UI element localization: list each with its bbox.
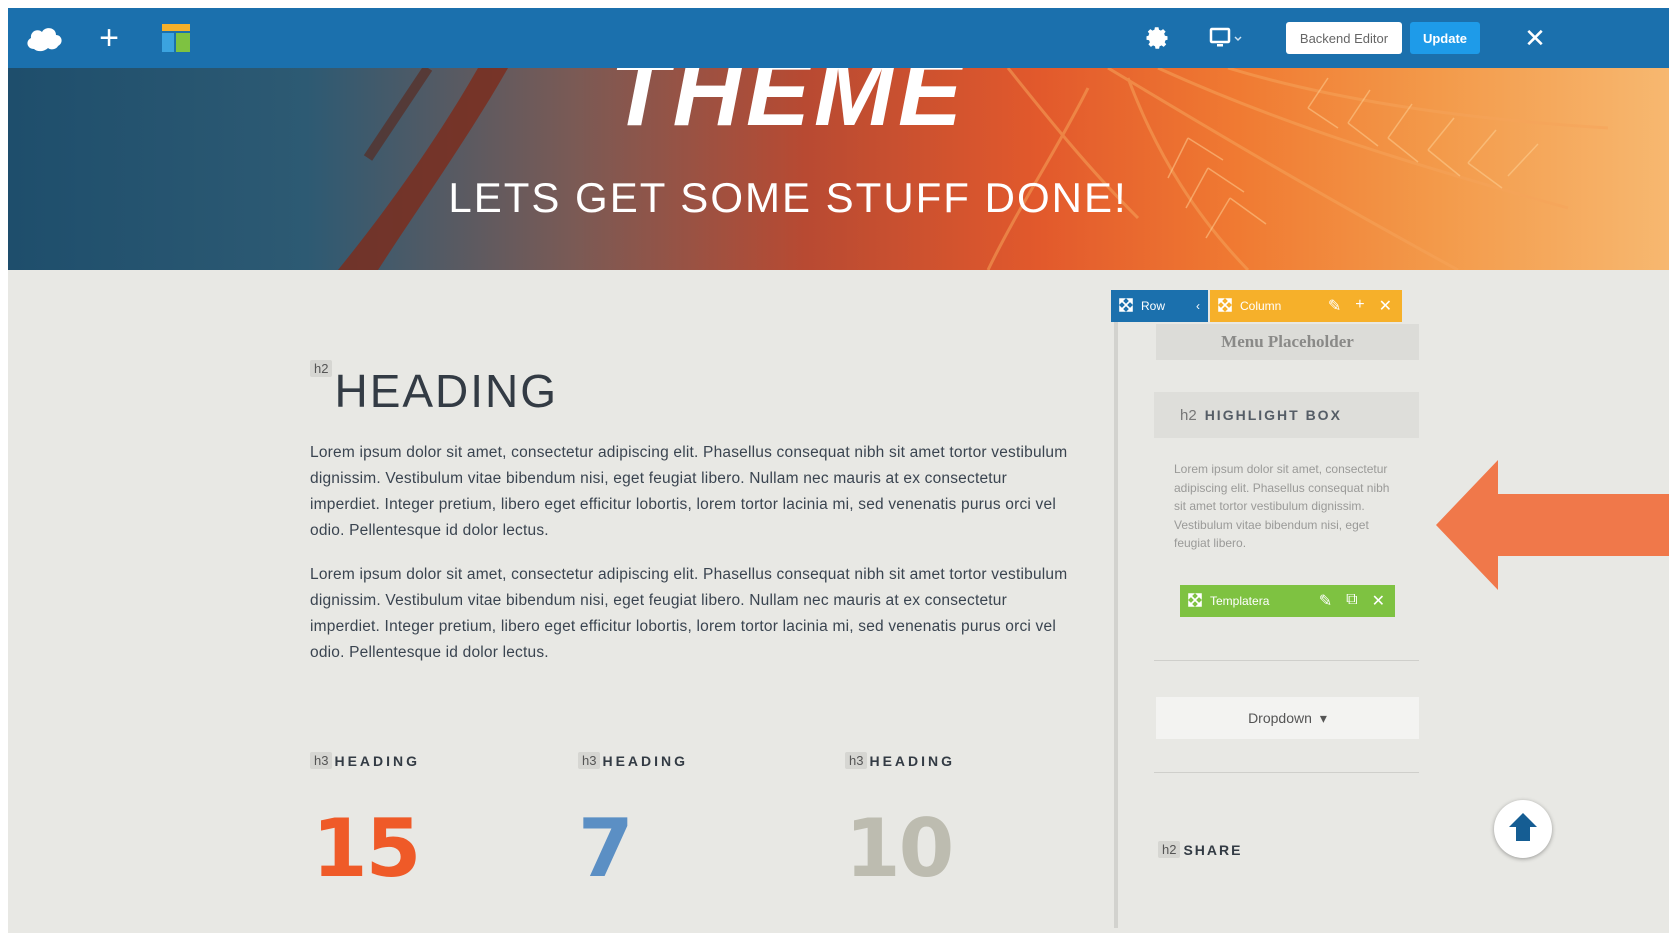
hero-title: THEME <box>610 68 966 146</box>
pencil-icon[interactable]: ✎ <box>1328 296 1341 316</box>
heading-text: HEADING <box>869 752 956 769</box>
menu-placeholder[interactable]: Menu Placeholder <box>1156 324 1419 360</box>
plus-icon[interactable]: + <box>94 8 124 68</box>
backend-editor-button[interactable]: Backend Editor <box>1286 22 1402 54</box>
column-label[interactable]: Column <box>1240 299 1281 313</box>
stat-number: 10 <box>845 802 954 895</box>
hero-subtitle: LETS GET SOME STUFF DONE! <box>448 174 1128 221</box>
move-icon[interactable] <box>1188 592 1202 610</box>
stat-number: 7 <box>578 802 634 895</box>
row-controls[interactable]: Row ‹ <box>1111 290 1208 322</box>
paragraph[interactable]: Lorem ipsum dolor sit amet, consectetur … <box>310 440 1070 544</box>
element-tag-h3: h3 <box>310 752 333 769</box>
layout-icon[interactable] <box>160 8 192 68</box>
arrow-up-icon <box>1506 810 1540 849</box>
highlight-box-heading[interactable]: h2 HIGHLIGHT BOX <box>1154 392 1419 438</box>
editor-toolbar: + Backend Editor Update ✕ <box>8 8 1669 68</box>
element-tag-h2: h2 <box>1180 406 1197 424</box>
column-outline <box>1114 308 1118 928</box>
plus-icon[interactable]: + <box>1355 296 1364 316</box>
chevron-left-icon[interactable]: ‹ <box>1196 299 1208 313</box>
heading-text: HEADING <box>334 752 421 769</box>
copy-icon[interactable]: ⧉ <box>1346 591 1357 611</box>
close-icon[interactable]: ✕ <box>1520 8 1550 68</box>
highlight-box-text[interactable]: Lorem ipsum dolor sit amet, consectetur … <box>1174 460 1396 586</box>
scroll-to-top-button[interactable] <box>1494 800 1552 858</box>
heading-text: HEADING <box>602 752 689 769</box>
column-heading[interactable]: h3 HEADING <box>578 752 688 769</box>
move-icon[interactable] <box>1218 297 1232 315</box>
page-frame: + Backend Editor Update ✕ THEME LETS GET… <box>8 8 1669 933</box>
templatera-controls[interactable]: Templatera ✎ ⧉ ✕ <box>1180 585 1395 617</box>
pointer-arrow-icon <box>1436 460 1669 590</box>
heading-text: SHARE <box>1183 841 1243 858</box>
row-label[interactable]: Row <box>1141 299 1165 313</box>
move-icon[interactable] <box>1119 297 1133 315</box>
element-tag-h2: h2 <box>1158 841 1181 858</box>
templatera-label[interactable]: Templatera <box>1210 594 1269 608</box>
pencil-icon[interactable]: ✎ <box>1319 591 1332 611</box>
close-icon[interactable]: ✕ <box>1372 591 1385 611</box>
divider <box>1154 660 1419 661</box>
column-heading[interactable]: h3 HEADING <box>845 752 955 769</box>
column-heading[interactable]: h3 HEADING <box>310 752 420 769</box>
caret-down-icon: ▾ <box>1319 709 1327 726</box>
stat-number: 15 <box>312 802 421 895</box>
heading-text: HIGHLIGHT BOX <box>1204 407 1342 423</box>
close-icon[interactable]: ✕ <box>1379 296 1392 316</box>
share-heading[interactable]: h2 SHARE <box>1158 841 1242 858</box>
cloud-logo-icon[interactable] <box>22 8 66 68</box>
hero-banner: THEME LETS GET SOME STUFF DONE! <box>8 68 1669 270</box>
update-button[interactable]: Update <box>1410 22 1480 54</box>
gear-icon[interactable] <box>1142 8 1172 68</box>
monitor-icon[interactable] <box>1206 8 1246 68</box>
divider <box>1154 772 1419 773</box>
dropdown-label: Dropdown <box>1248 710 1312 726</box>
element-tag-h2: h2 <box>310 360 333 377</box>
heading-text: HEADING <box>334 365 559 417</box>
element-tag-h3: h3 <box>845 752 868 769</box>
element-tag-h3: h3 <box>578 752 601 769</box>
column-controls[interactable]: Column ✎ + ✕ <box>1210 290 1402 322</box>
dropdown-button[interactable]: Dropdown ▾ <box>1156 697 1419 739</box>
paragraph[interactable]: Lorem ipsum dolor sit amet, consectetur … <box>310 562 1070 666</box>
main-heading[interactable]: h2 HEADING <box>310 360 558 414</box>
